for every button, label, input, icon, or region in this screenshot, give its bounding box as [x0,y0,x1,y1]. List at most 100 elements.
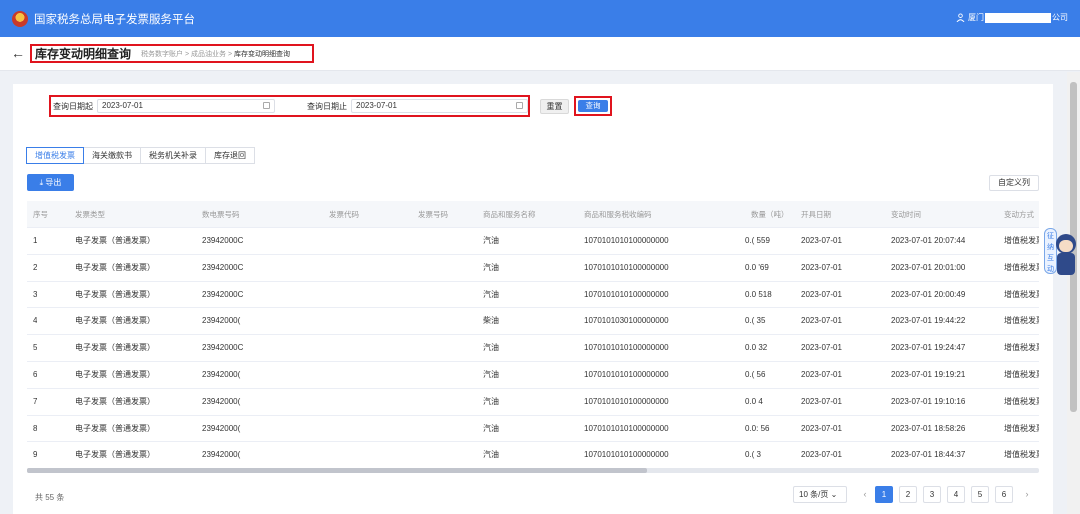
cell-change-time: 2023-07-01 20:01:00 [891,262,966,272]
cell-tax-code: 1070101010100000000 [584,262,669,272]
page-button[interactable]: 2 [899,486,917,503]
cell-qty: 0.( 35 [745,316,766,326]
cell-tax-code: 1070101010100000000 [584,423,669,433]
cell-digital-no: 23942000( [202,369,241,379]
cell-type: 电子发票（普通发票） [75,369,155,379]
cell-goods: 汽油 [483,289,499,299]
cell-no: 9 [33,450,38,460]
page-button[interactable]: 5 [971,486,989,503]
cell-digital-no: 23942000( [202,423,241,433]
table-row[interactable]: 7 电子发票（普通发票） 23942000(汽油 107010101010000000… [27,389,1039,416]
cell-qty: 0.( 559 [745,236,770,245]
table-row[interactable]: 4 电子发票（普通发票） 23942000(柴油 107010103010000000… [27,308,1039,336]
cell-issue-date: 2023-07-01 [801,316,842,326]
breadcrumb-item[interactable]: 成品油业务 [191,51,226,58]
next-page-button[interactable]: › [1019,486,1035,503]
pagination: 10 条/页 ⌄ ‹ 1 2 3 4 5 6 › [793,486,1037,503]
cell-qty: 0.( 56 [745,369,766,379]
cell-type: 电子发票（普通发票） [75,262,155,272]
chevron-down-icon: ⌄ [830,490,838,499]
cell-change-time: 2023-07-01 20:07:44 [891,236,966,245]
table-row[interactable]: 6 电子发票（普通发票） 23942000(汽油 107010101010000000… [27,362,1039,389]
cell-no: 1 [33,236,38,245]
page-header: ← 库存变动明细查询 税务数字账户 > 成品油业务 > 库存变动明细查询 [0,37,1080,71]
cell-digital-no: 23942000( [202,450,241,460]
page-button[interactable]: 4 [947,486,965,503]
cell-tax-code: 1070101010100000000 [584,396,669,406]
cell-goods: 柴油 [483,316,499,326]
table-row[interactable]: 1 电子发票（普通发票） 23942000C 汽油 107010101010000000… [27,228,1039,255]
cell-tax-code: 1070101010100000000 [584,369,669,379]
app-title: 国家税务总局电子发票服务平台 [34,13,195,26]
cell-digital-no: 23942000( [202,396,241,406]
cell-no: 7 [33,396,38,406]
cell-method: 增值税发票 [1004,316,1039,326]
cell-method: 增值税发票 [1004,343,1039,353]
table-row[interactable]: 2 电子发票（普通发票） 23942000C 汽油 107010101010000000… [27,255,1039,282]
cell-goods: 汽油 [483,236,499,245]
tab-customs-payment[interactable]: 海关缴款书 [83,147,141,164]
export-button[interactable]: ⤓ 导出 [27,174,74,191]
col-header-type: 发票类型 [75,210,105,219]
table-header: 序号 发票类型 数电票号码 发票代码 发票号码 商品和服务名称 商品和服务税收编… [27,201,1039,228]
table-row[interactable]: 3 电子发票（普通发票） 23942000C 汽油 107010101010000000… [27,282,1039,309]
page-button[interactable]: 6 [995,486,1013,503]
cell-no: 6 [33,369,38,379]
calendar-icon [263,102,270,109]
horizontal-scroll-thumb[interactable] [27,468,647,473]
breadcrumb: 税务数字账户 > 成品油业务 > 库存变动明细查询 [141,49,290,59]
tab-tax-authority-entry[interactable]: 税务机关补录 [140,147,206,164]
cell-change-time: 2023-07-01 20:00:49 [891,289,966,299]
breadcrumb-item[interactable]: 税务数字账户 [141,51,183,58]
query-button-highlight: 查询 [574,96,612,116]
start-date-input[interactable]: 2023-07-01 [97,99,275,113]
custom-columns-button[interactable]: 自定义列 [989,175,1039,191]
table-row[interactable]: 9 电子发票（普通发票） 23942000(汽油 107010101010000000… [27,442,1039,468]
page-button[interactable]: 3 [923,486,941,503]
col-header-qty: 数量（吨） [751,210,789,219]
tab-inventory-return[interactable]: 库存退回 [205,147,255,164]
cell-change-time: 2023-07-01 18:44:37 [891,450,966,460]
cell-digital-no: 23942000C [202,343,244,353]
start-date-label: 查询日期起 [53,102,93,111]
page-size-select[interactable]: 10 条/页 ⌄ [793,486,847,503]
cell-change-time: 2023-07-01 19:24:47 [891,343,966,353]
date-filter-box: 查询日期起 2023-07-01 查询日期止 2023-07-01 [49,95,530,117]
cell-type: 电子发票（普通发票） [75,236,155,245]
page-button[interactable]: 1 [875,486,893,503]
cell-issue-date: 2023-07-01 [801,396,842,406]
cell-no: 8 [33,423,38,433]
table-row[interactable]: 8 电子发票（普通发票） 23942000(汽油 107010101010000000… [27,416,1039,443]
cell-digital-no: 23942000C [202,236,244,245]
query-button[interactable]: 查询 [578,100,608,112]
cell-no: 5 [33,343,38,353]
cell-type: 电子发票（普通发票） [75,396,155,406]
col-header-code: 发票代码 [329,210,359,219]
cell-method: 增值税发票 [1004,262,1039,272]
end-date-input[interactable]: 2023-07-01 [351,99,528,113]
user-menu[interactable]: 厦门 公司 [956,12,1068,23]
cell-goods: 汽油 [483,262,499,272]
cell-issue-date: 2023-07-01 [801,236,842,245]
cell-issue-date: 2023-07-01 [801,369,842,379]
table-row[interactable]: 5 电子发票（普通发票） 23942000C 汽油 107010101010000000… [27,335,1039,362]
cell-tax-code: 1070101010100000000 [584,343,669,353]
cell-issue-date: 2023-07-01 [801,262,842,272]
cell-tax-code: 1070101010100000000 [584,236,669,245]
tab-vat-invoice[interactable]: 增值税发票 [26,147,84,164]
cell-change-time: 2023-07-01 19:19:21 [891,369,966,379]
table-body: 1 电子发票（普通发票） 23942000C 汽油 107010101010000000… [27,228,1039,468]
col-header-tax-code: 商品和服务税收编码 [584,210,652,219]
horizontal-scrollbar[interactable] [27,468,1039,473]
cell-change-time: 2023-07-01 19:44:22 [891,316,966,326]
cell-no: 4 [33,316,38,326]
reset-button[interactable]: 重置 [540,99,569,114]
page-vertical-scrollbar[interactable] [1067,72,1080,514]
cell-method: 增值税发票 [1004,396,1039,406]
back-arrow-icon[interactable]: ← [11,45,25,61]
assistant-widget[interactable]: 征纳互动 [1044,228,1078,282]
cell-issue-date: 2023-07-01 [801,450,842,460]
prev-page-button[interactable]: ‹ [857,486,873,503]
col-header-change-time: 变动时间 [891,210,921,219]
col-header-issue-date: 开具日期 [801,210,831,219]
